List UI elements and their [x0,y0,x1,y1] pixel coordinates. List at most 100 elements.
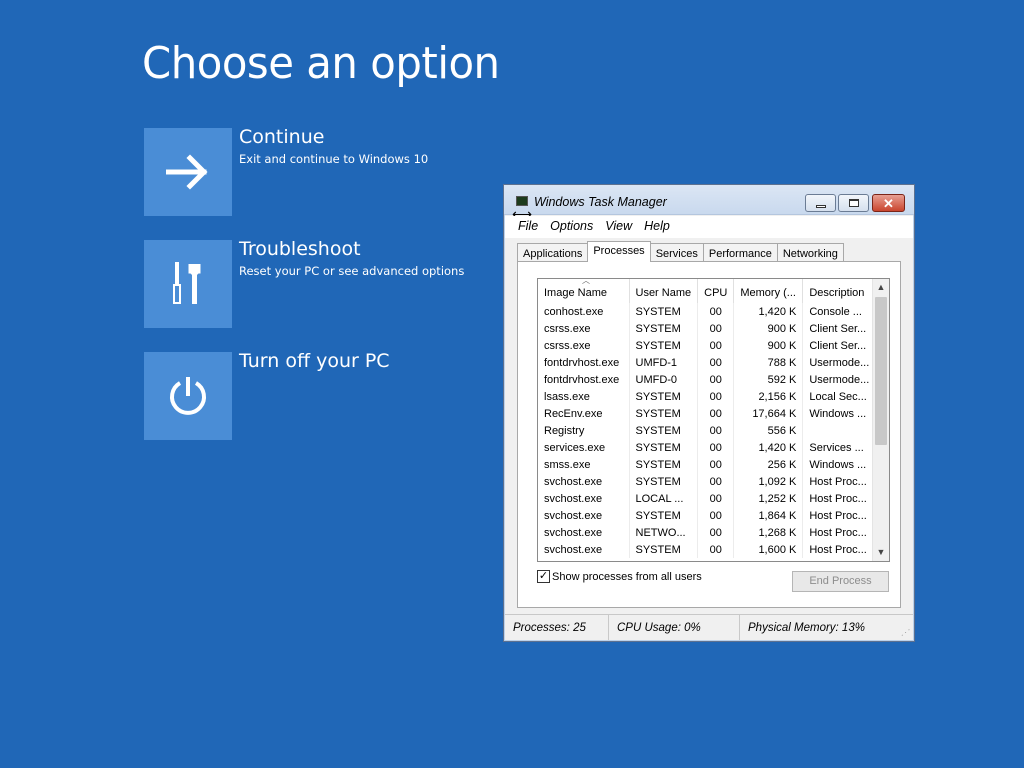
process-description: Windows ... [802,405,884,422]
close-button[interactable]: ✕ [872,194,905,212]
scroll-thumb[interactable] [875,297,887,445]
menu-options[interactable]: Options [550,216,601,238]
process-list[interactable]: ︿ Image Name User Name CPU Memory (... De… [537,278,890,562]
table-row[interactable]: svchost.exe SYSTEM 00 1,092 K Host Proc... [538,473,884,490]
continue-tile[interactable] [144,128,232,216]
turn-off-title[interactable]: Turn off your PC [239,350,390,372]
menu-file[interactable]: File [518,216,546,238]
status-bar: Processes: 25 CPU Usage: 0% Physical Mem… [505,614,913,640]
process-name: lsass.exe [538,388,630,405]
process-user: UMFD-0 [629,371,699,388]
power-icon [170,377,206,415]
process-user: SYSTEM [629,507,699,524]
show-all-checkbox[interactable]: ✓ [537,570,550,583]
continue-title[interactable]: Continue [239,126,324,148]
column-header-user-name[interactable]: User Name [629,279,699,303]
process-description: Local Sec... [802,388,884,405]
process-name: svchost.exe [538,524,630,541]
column-header-image-name[interactable]: ︿ Image Name [538,279,630,303]
process-name: csrss.exe [538,320,630,337]
turn-off-option[interactable]: Turn off your PC [144,350,484,440]
table-row[interactable]: svchost.exe LOCAL ... 00 1,252 K Host Proc..… [538,490,884,507]
process-user: SYSTEM [629,388,699,405]
minimize-button[interactable] [805,194,836,212]
process-user: SYSTEM [629,405,699,422]
process-name: conhost.exe [538,303,630,320]
process-memory: 256 K [733,456,804,473]
table-row[interactable]: conhost.exe SYSTEM 00 1,420 K Console ... [538,303,884,320]
close-icon: ✕ [883,195,894,211]
resize-grip-icon[interactable]: ⋰ [901,628,911,638]
process-description: Host Proc... [802,473,884,490]
process-cpu: 00 [697,524,735,541]
end-process-button[interactable]: End Process [792,571,889,592]
process-description: Services ... [802,439,884,456]
process-memory: 1,600 K [733,541,804,558]
title-bar[interactable]: Windows Task Manager ⟷ ✕ [504,185,914,221]
table-row[interactable]: csrss.exe SYSTEM 00 900 K Client Ser... [538,337,884,354]
window-title: Windows Task Manager [534,195,667,209]
table-row[interactable]: services.exe SYSTEM 00 1,420 K Services ... [538,439,884,456]
process-name: svchost.exe [538,473,630,490]
process-cpu: 00 [697,354,735,371]
tab-services[interactable]: Services [649,243,704,262]
process-cpu: 00 [697,439,735,456]
table-row[interactable]: RecEnv.exe SYSTEM 00 17,664 K Windows ... [538,405,884,422]
scroll-up-icon[interactable]: ▲ [873,279,889,296]
process-description: Client Ser... [802,320,884,337]
tools-icon [173,262,201,304]
process-cpu: 00 [697,303,735,320]
process-memory: 1,092 K [733,473,804,490]
process-description: Console ... [802,303,884,320]
process-description: Client Ser... [802,337,884,354]
task-manager-window[interactable]: Windows Task Manager ⟷ ✕ File Options Vi… [503,184,915,642]
tab-networking[interactable]: Networking [776,243,844,262]
table-row[interactable]: svchost.exe SYSTEM 00 1,864 K Host Proc... [538,507,884,524]
troubleshoot-option[interactable]: Troubleshoot Reset your PC or see advanc… [144,238,484,328]
status-cpu-usage: CPU Usage: 0% [609,615,740,640]
process-user: SYSTEM [629,422,699,439]
show-all-processes-toggle[interactable]: ✓ Show processes from all users [537,570,702,583]
process-user: SYSTEM [629,303,699,320]
page-title: Choose an option [142,38,500,89]
troubleshoot-tile[interactable] [144,240,232,328]
process-description: Host Proc... [802,541,884,558]
column-header-memory[interactable]: Memory (... [733,279,804,303]
continue-option[interactable]: Continue Exit and continue to Windows 10 [144,126,484,216]
checkmark-icon: ✓ [538,570,549,582]
process-name: fontdrvhost.exe [538,354,630,371]
menu-help[interactable]: Help [644,216,678,238]
column-header-cpu[interactable]: CPU [697,279,735,303]
table-row[interactable]: Registry SYSTEM 00 556 K [538,422,884,439]
column-header-description[interactable]: Description [802,279,884,303]
table-row[interactable]: fontdrvhost.exe UMFD-1 00 788 K Usermode... [538,354,884,371]
process-name: svchost.exe [538,507,630,524]
table-row[interactable]: smss.exe SYSTEM 00 256 K Windows ... [538,456,884,473]
process-memory: 1,252 K [733,490,804,507]
troubleshoot-subtitle: Reset your PC or see advanced options [239,264,465,278]
table-row[interactable]: svchost.exe NETWO... 00 1,268 K Host Proc... [538,524,884,541]
process-user: SYSTEM [629,320,699,337]
table-row[interactable]: svchost.exe SYSTEM 00 1,600 K Host Proc... [538,541,884,558]
tab-processes[interactable]: Processes [587,241,651,262]
process-name: svchost.exe [538,490,630,507]
tab-applications[interactable]: Applications [517,243,589,262]
vertical-scrollbar[interactable]: ▲ ▼ [872,279,889,561]
process-description: Usermode... [802,354,884,371]
process-name: smss.exe [538,456,630,473]
troubleshoot-title[interactable]: Troubleshoot [239,238,361,260]
process-memory: 788 K [733,354,804,371]
tab-performance[interactable]: Performance [702,243,778,262]
table-row[interactable]: csrss.exe SYSTEM 00 900 K Client Ser... [538,320,884,337]
table-row[interactable]: fontdrvhost.exe UMFD-0 00 592 K Usermode... [538,371,884,388]
turn-off-tile[interactable] [144,352,232,440]
process-description: Host Proc... [802,507,884,524]
maximize-button[interactable] [838,194,869,212]
table-row[interactable]: lsass.exe SYSTEM 00 2,156 K Local Sec... [538,388,884,405]
process-cpu: 00 [697,388,735,405]
scroll-down-icon[interactable]: ▼ [873,544,889,561]
show-all-label[interactable]: Show processes from all users [552,571,702,583]
process-memory: 900 K [733,337,804,354]
menu-view[interactable]: View [605,216,640,238]
minimize-icon [815,204,826,208]
